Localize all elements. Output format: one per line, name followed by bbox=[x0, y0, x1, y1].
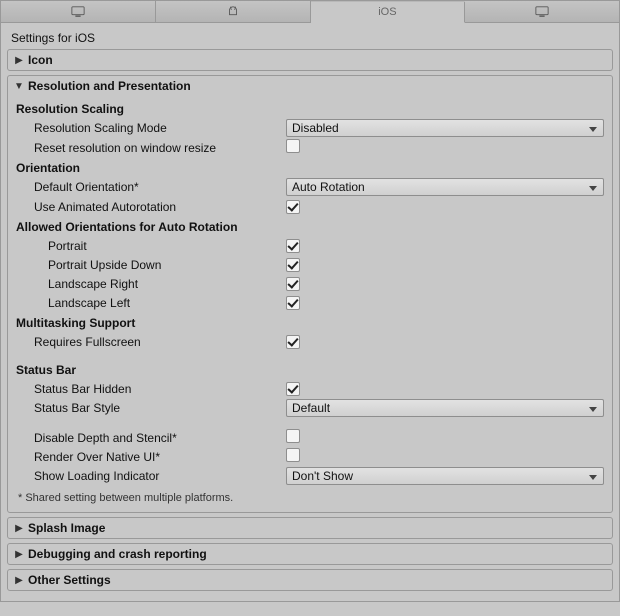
landscape-right-checkbox[interactable] bbox=[286, 277, 300, 291]
status-bar-style-value: Default bbox=[292, 401, 330, 415]
show-loading-indicator-value: Don't Show bbox=[292, 469, 353, 483]
use-animated-autorotation-label: Use Animated Autorotation bbox=[16, 200, 286, 214]
portrait-upside-down-label: Portrait Upside Down bbox=[16, 258, 286, 272]
render-over-native-ui-label: Render Over Native UI* bbox=[16, 450, 286, 464]
settings-content: Settings for iOS ▶ Icon ▼ Resolution and… bbox=[1, 23, 619, 601]
chevron-right-icon: ▶ bbox=[14, 549, 24, 560]
status-bar-style-label: Status Bar Style bbox=[16, 401, 286, 415]
resolution-scaling-header: Resolution Scaling bbox=[16, 98, 604, 118]
chevron-down-icon: ▼ bbox=[14, 81, 24, 92]
section-debugging: ▶ Debugging and crash reporting bbox=[7, 543, 613, 565]
reset-resolution-label: Reset resolution on window resize bbox=[16, 141, 286, 155]
landscape-right-label: Landscape Right bbox=[16, 277, 286, 291]
portrait-checkbox[interactable] bbox=[286, 239, 300, 253]
section-splash-header[interactable]: ▶ Splash Image bbox=[8, 518, 612, 538]
android-icon bbox=[226, 5, 240, 19]
tab-ios[interactable]: iOS bbox=[311, 2, 466, 23]
shared-setting-footnote: * Shared setting between multiple platfo… bbox=[16, 486, 604, 506]
scaling-mode-dropdown[interactable]: Disabled bbox=[286, 119, 604, 137]
section-other-header[interactable]: ▶ Other Settings bbox=[8, 570, 612, 590]
section-other-title: Other Settings bbox=[28, 573, 111, 587]
section-icon-title: Icon bbox=[28, 53, 53, 67]
player-settings-panel: iOS Settings for iOS ▶ Icon ▼ Resolution… bbox=[0, 0, 620, 602]
portrait-upside-down-checkbox[interactable] bbox=[286, 258, 300, 272]
chevron-right-icon: ▶ bbox=[14, 523, 24, 534]
chevron-right-icon: ▶ bbox=[14, 55, 24, 66]
chevron-right-icon: ▶ bbox=[14, 575, 24, 586]
section-res-title: Resolution and Presentation bbox=[28, 79, 191, 93]
orientation-header: Orientation bbox=[16, 157, 604, 177]
section-splash-title: Splash Image bbox=[28, 521, 105, 535]
monitor-icon bbox=[71, 5, 85, 19]
use-animated-autorotation-checkbox[interactable] bbox=[286, 200, 300, 214]
section-splash-image: ▶ Splash Image bbox=[7, 517, 613, 539]
disable-depth-stencil-label: Disable Depth and Stencil* bbox=[16, 431, 286, 445]
section-icon: ▶ Icon bbox=[7, 49, 613, 71]
requires-fullscreen-checkbox[interactable] bbox=[286, 335, 300, 349]
status-bar-hidden-label: Status Bar Hidden bbox=[16, 382, 286, 396]
status-bar-hidden-checkbox[interactable] bbox=[286, 382, 300, 396]
platform-tabs: iOS bbox=[1, 1, 619, 23]
show-loading-indicator-label: Show Loading Indicator bbox=[16, 469, 286, 483]
show-loading-indicator-dropdown[interactable]: Don't Show bbox=[286, 467, 604, 485]
default-orientation-value: Auto Rotation bbox=[292, 180, 365, 194]
section-debugging-header[interactable]: ▶ Debugging and crash reporting bbox=[8, 544, 612, 564]
section-other-settings: ▶ Other Settings bbox=[7, 569, 613, 591]
section-res-header[interactable]: ▼ Resolution and Presentation bbox=[8, 76, 612, 96]
requires-fullscreen-label: Requires Fullscreen bbox=[16, 335, 286, 349]
section-resolution-presentation: ▼ Resolution and Presentation Resolution… bbox=[7, 75, 613, 513]
tab-android[interactable] bbox=[156, 1, 311, 22]
status-bar-header: Status Bar bbox=[16, 359, 604, 379]
multitasking-header: Multitasking Support bbox=[16, 312, 604, 332]
disable-depth-stencil-checkbox[interactable] bbox=[286, 429, 300, 443]
status-bar-style-dropdown[interactable]: Default bbox=[286, 399, 604, 417]
render-over-native-ui-checkbox[interactable] bbox=[286, 448, 300, 462]
landscape-left-label: Landscape Left bbox=[16, 296, 286, 310]
reset-resolution-checkbox[interactable] bbox=[286, 139, 300, 153]
settings-subtitle: Settings for iOS bbox=[7, 29, 613, 49]
tab-standalone[interactable] bbox=[1, 1, 156, 22]
default-orientation-label: Default Orientation* bbox=[16, 180, 286, 194]
section-icon-header[interactable]: ▶ Icon bbox=[8, 50, 612, 70]
monitor-icon bbox=[535, 5, 549, 19]
allowed-orientations-header: Allowed Orientations for Auto Rotation bbox=[16, 216, 604, 236]
ios-tab-label: iOS bbox=[378, 6, 396, 18]
landscape-left-checkbox[interactable] bbox=[286, 296, 300, 310]
scaling-mode-label: Resolution Scaling Mode bbox=[16, 121, 286, 135]
tab-other-platform[interactable] bbox=[465, 1, 619, 22]
portrait-label: Portrait bbox=[16, 239, 286, 253]
scaling-mode-value: Disabled bbox=[292, 121, 339, 135]
default-orientation-dropdown[interactable]: Auto Rotation bbox=[286, 178, 604, 196]
section-debugging-title: Debugging and crash reporting bbox=[28, 547, 207, 561]
